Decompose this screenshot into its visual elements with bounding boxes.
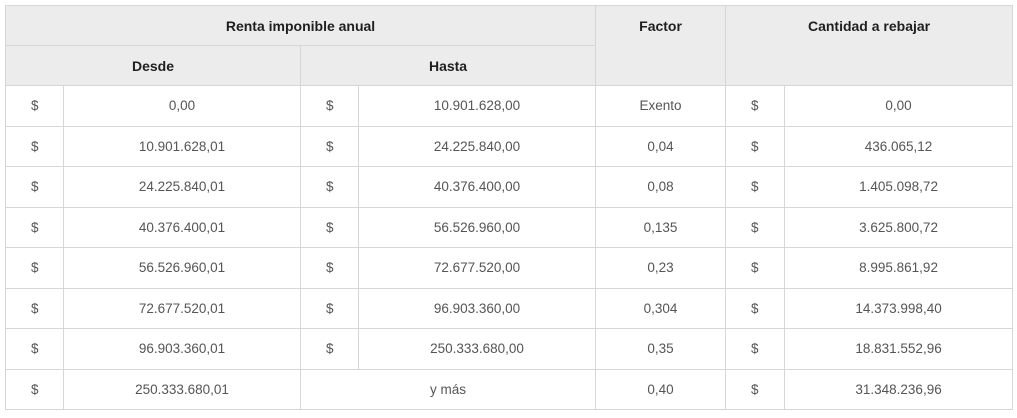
currency-symbol: $ bbox=[300, 287, 359, 329]
currency-symbol: $ bbox=[5, 166, 64, 208]
hasta-value: 56.526.960,00 bbox=[357, 206, 597, 248]
currency-symbol: $ bbox=[300, 125, 359, 167]
table-row: $ 96.903.360,01 $ 250.333.680,00 0,35 $ … bbox=[5, 328, 1014, 370]
factor-value: 0,304 bbox=[595, 287, 727, 329]
tax-table-container: Renta imponible anual Factor Cantidad a … bbox=[4, 5, 1014, 410]
cantidad-value: 0,00 bbox=[784, 85, 1014, 127]
table-row: $ 0,00 $ 10.901.628,00 Exento $ 0,00 bbox=[5, 85, 1014, 127]
desde-value: 96.903.360,01 bbox=[63, 328, 301, 370]
desde-value: 40.376.400,01 bbox=[63, 206, 301, 248]
factor-value: Exento bbox=[595, 85, 727, 127]
factor-value: 0,23 bbox=[595, 247, 727, 289]
factor-value: 0,08 bbox=[595, 166, 727, 208]
desde-value: 10.901.628,01 bbox=[63, 125, 301, 167]
currency-symbol: $ bbox=[300, 247, 359, 289]
hasta-value: 10.901.628,00 bbox=[357, 85, 597, 127]
currency-symbol: $ bbox=[300, 328, 359, 370]
header-factor: Factor bbox=[595, 5, 727, 86]
cantidad-value: 436.065,12 bbox=[784, 125, 1014, 167]
currency-symbol: $ bbox=[725, 85, 786, 127]
cantidad-value: 14.373.998,40 bbox=[784, 287, 1014, 329]
hasta-value: 96.903.360,00 bbox=[357, 287, 597, 329]
table-row: $ 56.526.960,01 $ 72.677.520,00 0,23 $ 8… bbox=[5, 247, 1014, 289]
currency-symbol: $ bbox=[725, 247, 786, 289]
header-cantidad-a-rebajar: Cantidad a rebajar bbox=[725, 5, 1014, 86]
table-row: $ 40.376.400,01 $ 56.526.960,00 0,135 $ … bbox=[5, 206, 1014, 248]
desde-value: 72.677.520,01 bbox=[63, 287, 301, 329]
cantidad-value: 1.405.098,72 bbox=[784, 166, 1014, 208]
cantidad-value: 3.625.800,72 bbox=[784, 206, 1014, 248]
currency-symbol: $ bbox=[300, 85, 359, 127]
cantidad-value: 18.831.552,96 bbox=[784, 328, 1014, 370]
desde-value: 250.333.680,01 bbox=[63, 368, 301, 410]
table-row-last: $ 250.333.680,01 y más 0,40 $ 31.348.236… bbox=[5, 368, 1014, 410]
currency-symbol: $ bbox=[5, 328, 64, 370]
hasta-value: 24.225.840,00 bbox=[357, 125, 597, 167]
currency-symbol: $ bbox=[5, 125, 64, 167]
currency-symbol: $ bbox=[5, 368, 64, 410]
cantidad-value: 31.348.236,96 bbox=[784, 368, 1014, 410]
currency-symbol: $ bbox=[725, 125, 786, 167]
factor-value: 0,40 bbox=[595, 368, 727, 410]
currency-symbol: $ bbox=[5, 206, 64, 248]
desde-value: 24.225.840,01 bbox=[63, 166, 301, 208]
currency-symbol: $ bbox=[725, 287, 786, 329]
table-row: $ 72.677.520,01 $ 96.903.360,00 0,304 $ … bbox=[5, 287, 1014, 329]
currency-symbol: $ bbox=[725, 166, 786, 208]
header-desde: Desde bbox=[5, 45, 301, 86]
currency-symbol: $ bbox=[725, 206, 786, 248]
currency-symbol: $ bbox=[725, 368, 786, 410]
hasta-value: 40.376.400,00 bbox=[357, 166, 597, 208]
table-row: $ 10.901.628,01 $ 24.225.840,00 0,04 $ 4… bbox=[5, 125, 1014, 167]
header-row-1: Renta imponible anual Factor Cantidad a … bbox=[4, 5, 1014, 86]
desde-value: 56.526.960,01 bbox=[63, 247, 301, 289]
currency-symbol: $ bbox=[300, 166, 359, 208]
factor-value: 0,04 bbox=[595, 125, 727, 167]
currency-symbol: $ bbox=[5, 85, 64, 127]
cantidad-value: 8.995.861,92 bbox=[784, 247, 1014, 289]
hasta-value: 72.677.520,00 bbox=[357, 247, 597, 289]
table-row: $ 24.225.840,01 $ 40.376.400,00 0,08 $ 1… bbox=[5, 166, 1014, 208]
hasta-open-ended: y más bbox=[299, 368, 597, 410]
currency-symbol: $ bbox=[5, 247, 64, 289]
factor-value: 0,35 bbox=[595, 328, 727, 370]
header-hasta: Hasta bbox=[299, 45, 597, 86]
currency-symbol: $ bbox=[300, 206, 359, 248]
currency-symbol: $ bbox=[5, 287, 64, 329]
hasta-value: 250.333.680,00 bbox=[357, 328, 597, 370]
tax-bracket-table: Renta imponible anual Factor Cantidad a … bbox=[4, 5, 1014, 410]
currency-symbol: $ bbox=[725, 328, 786, 370]
factor-value: 0,135 bbox=[595, 206, 727, 248]
desde-value: 0,00 bbox=[63, 85, 301, 127]
header-renta-imponible: Renta imponible anual bbox=[4, 5, 597, 46]
